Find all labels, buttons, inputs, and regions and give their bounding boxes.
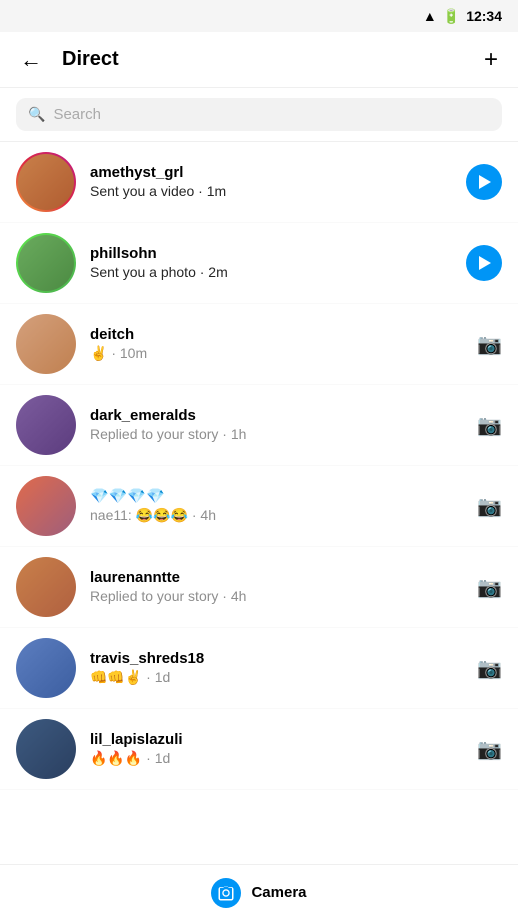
avatar [16, 314, 76, 374]
avatar [16, 557, 76, 617]
avatar [16, 152, 76, 212]
new-message-button[interactable]: + [480, 42, 502, 78]
message-content: deitch ✌️ · 10m [90, 326, 477, 363]
list-item[interactable]: lil_lapislazuli 🔥🔥🔥 · 1d 📷 [0, 709, 518, 790]
battery-icon: 🔋 [443, 8, 460, 25]
message-content: laurenanntte Replied to your story · 4h [90, 569, 477, 606]
username: lil_lapislazuli [90, 731, 477, 748]
play-button[interactable] [466, 164, 502, 200]
signal-icon: ▲ [423, 8, 437, 24]
message-content: lil_lapislazuli 🔥🔥🔥 · 1d [90, 731, 477, 768]
avatar [16, 395, 76, 455]
page-title: Direct [62, 48, 480, 71]
back-button[interactable]: ← [16, 43, 46, 77]
camera-label: Camera [251, 884, 306, 901]
username: phillsohn [90, 245, 466, 262]
list-item[interactable]: travis_shreds18 👊👊✌️ · 1d 📷 [0, 628, 518, 709]
search-icon: 🔍 [28, 106, 45, 123]
camera-svg [217, 884, 235, 902]
username: deitch [90, 326, 477, 343]
message-content: dark_emeralds Replied to your story · 1h [90, 407, 477, 444]
message-preview: Replied to your story · 1h [90, 426, 246, 442]
message-preview: Replied to your story · 4h [90, 588, 246, 604]
avatar [16, 233, 76, 293]
username: travis_shreds18 [90, 650, 477, 667]
list-item[interactable]: amethyst_grl Sent you a video · 1m [0, 142, 518, 223]
avatar [16, 719, 76, 779]
list-item[interactable]: phillsohn Sent you a photo · 2m [0, 223, 518, 304]
status-bar: ▲ 🔋 12:34 [0, 0, 518, 32]
list-item[interactable]: laurenanntte Replied to your story · 4h … [0, 547, 518, 628]
camera-icon[interactable]: 📷 [477, 656, 502, 681]
camera-bottom-icon[interactable] [211, 878, 241, 908]
message-preview: Sent you a video · 1m [90, 183, 226, 199]
message-content: amethyst_grl Sent you a video · 1m [90, 164, 466, 201]
search-bar: 🔍 [0, 88, 518, 142]
list-item[interactable]: deitch ✌️ · 10m 📷 [0, 304, 518, 385]
avatar [16, 638, 76, 698]
username: amethyst_grl [90, 164, 466, 181]
message-preview: ✌️ · 10m [90, 345, 147, 361]
camera-icon[interactable]: 📷 [477, 494, 502, 519]
search-input-wrap: 🔍 [16, 98, 502, 131]
bottom-bar: Camera [0, 864, 518, 920]
status-time: 12:34 [466, 8, 502, 24]
message-preview: 🔥🔥🔥 · 1d [90, 750, 170, 766]
camera-icon[interactable]: 📷 [477, 413, 502, 438]
username: 💎💎💎💎 [90, 487, 477, 505]
message-preview: Sent you a photo · 2m [90, 264, 228, 280]
play-button[interactable] [466, 245, 502, 281]
camera-icon[interactable]: 📷 [477, 332, 502, 357]
message-content: 💎💎💎💎 nae11: 😂😂😂 · 4h [90, 487, 477, 525]
search-input[interactable] [53, 106, 490, 123]
message-preview: nae11: 😂😂😂 · 4h [90, 507, 216, 523]
camera-icon[interactable]: 📷 [477, 737, 502, 762]
camera-icon[interactable]: 📷 [477, 575, 502, 600]
username: dark_emeralds [90, 407, 477, 424]
avatar [16, 476, 76, 536]
list-item[interactable]: 💎💎💎💎 nae11: 😂😂😂 · 4h 📷 [0, 466, 518, 547]
message-content: travis_shreds18 👊👊✌️ · 1d [90, 650, 477, 687]
message-content: phillsohn Sent you a photo · 2m [90, 245, 466, 282]
username: laurenanntte [90, 569, 477, 586]
list-item[interactable]: dark_emeralds Replied to your story · 1h… [0, 385, 518, 466]
header: ← Direct + [0, 32, 518, 88]
message-preview: 👊👊✌️ · 1d [90, 669, 170, 685]
message-list: amethyst_grl Sent you a video · 1m phill… [0, 142, 518, 790]
